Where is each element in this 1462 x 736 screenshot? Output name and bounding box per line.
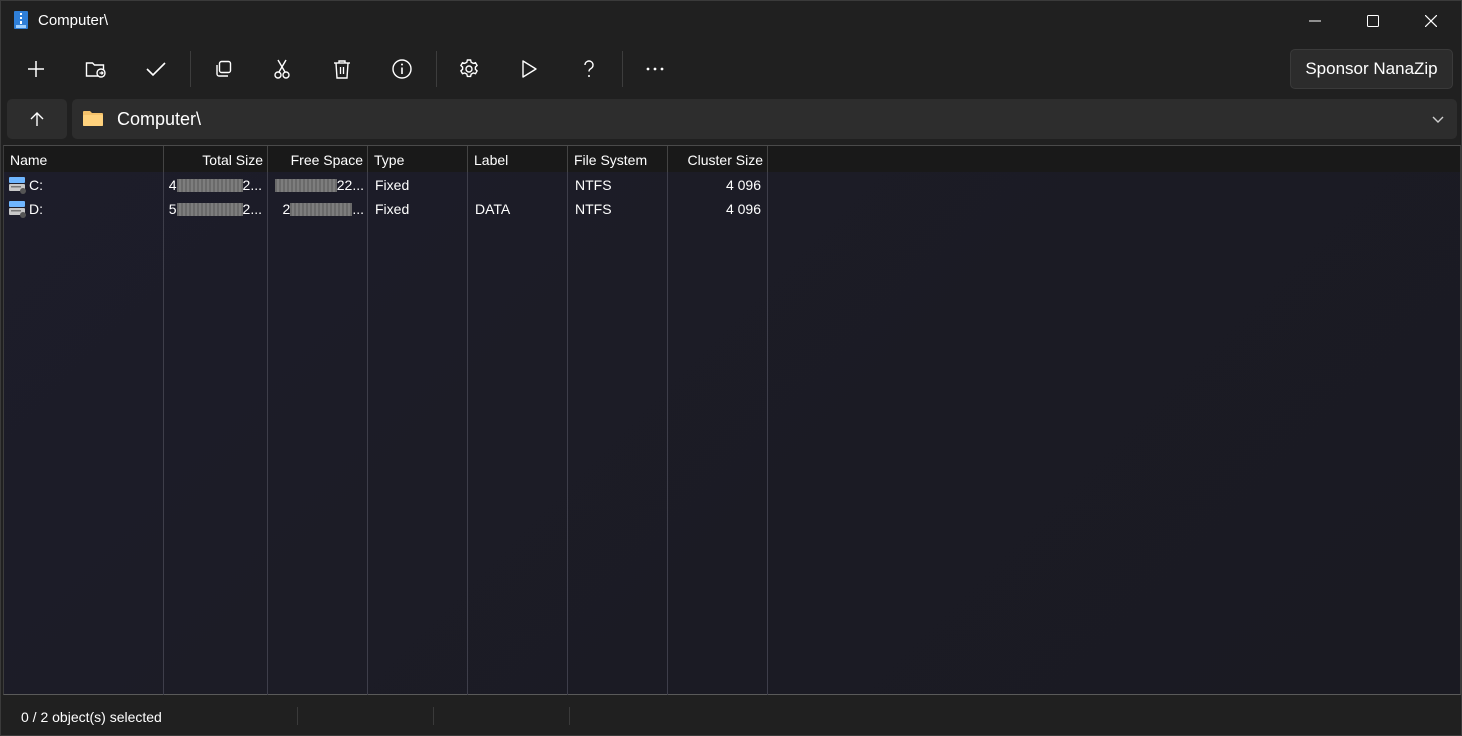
folder-icon: [83, 111, 103, 126]
drive-name: D:: [29, 201, 43, 217]
maximize-icon: [1367, 15, 1379, 27]
free-space-cell: 22...: [268, 173, 364, 197]
play-icon: [522, 60, 537, 78]
column-divider: [667, 172, 668, 695]
sponsor-button[interactable]: Sponsor NanaZip: [1290, 49, 1453, 89]
up-folder-button[interactable]: [7, 99, 67, 139]
add-button[interactable]: [16, 49, 56, 89]
status-divider: [433, 707, 434, 725]
toolbar-separator: [190, 51, 191, 87]
toolbar: Sponsor NanaZip: [1, 45, 1461, 93]
toolbar-separator: [436, 51, 437, 87]
test-button[interactable]: [136, 49, 176, 89]
app-window: Computer\ Sponsor NanaZip Computer\ Name…: [0, 0, 1462, 736]
copy-icon: [216, 60, 232, 77]
file-system-cell: NTFS: [575, 177, 612, 193]
test-icon: [146, 62, 166, 77]
free-space-cell: 2...: [282, 201, 364, 217]
info-button[interactable]: [382, 49, 422, 89]
column-divider: [267, 172, 268, 695]
gear-icon: [460, 59, 478, 78]
column-header-total-size[interactable]: Total Size: [164, 146, 268, 172]
cluster-size-cell: 4 096: [725, 201, 761, 217]
redacted-value: [176, 179, 243, 192]
minimize-button[interactable]: [1286, 1, 1344, 41]
extract-icon: [85, 62, 106, 78]
more-icon: [646, 67, 664, 71]
close-icon: [1425, 15, 1437, 27]
column-divider: [163, 172, 164, 695]
help-icon: [584, 60, 594, 77]
copy-button[interactable]: [203, 49, 243, 89]
total-size-cell: 5 2...: [168, 201, 262, 217]
file-list[interactable]: Name Total Size Free Space Type Label Fi…: [3, 145, 1461, 695]
benchmark-button[interactable]: [509, 49, 549, 89]
total-size-cell: 4 2...: [168, 177, 262, 193]
column-header-type[interactable]: Type: [368, 146, 468, 172]
column-header-cluster-size[interactable]: Cluster Size: [668, 146, 768, 172]
redacted-value: [274, 179, 337, 192]
toolbar-separator: [622, 51, 623, 87]
info-icon: [392, 59, 412, 79]
table-row[interactable]: D: 5 2... 2... Fixed DATA NTFS 4 096: [4, 197, 768, 221]
column-header-name[interactable]: Name: [4, 146, 164, 172]
cut-icon: [274, 59, 290, 79]
type-cell: Fixed: [375, 201, 410, 217]
close-button[interactable]: [1402, 1, 1460, 41]
redacted-value: [176, 203, 243, 216]
chevron-down-icon[interactable]: [1431, 112, 1445, 126]
more-button[interactable]: [635, 49, 675, 89]
type-cell: Fixed: [375, 177, 410, 193]
selection-status: 0 / 2 object(s) selected: [21, 709, 162, 725]
minimize-icon: [1309, 20, 1321, 22]
column-header-file-system[interactable]: File System: [568, 146, 668, 172]
settings-button[interactable]: [449, 49, 489, 89]
column-header-free-space[interactable]: Free Space: [268, 146, 368, 172]
status-bar: 0 / 2 object(s) selected: [1, 697, 1461, 735]
table-row[interactable]: C: 4 2... 22... Fixed NTFS 4 096: [4, 173, 768, 197]
delete-button[interactable]: [322, 49, 362, 89]
label-cell: DATA: [475, 201, 511, 217]
address-path: Computer\: [117, 109, 202, 129]
window-title: Computer\: [38, 12, 109, 29]
arrow-up-icon: [30, 112, 44, 126]
status-divider: [297, 707, 298, 725]
add-icon: [28, 61, 44, 77]
address-bar[interactable]: Computer\: [72, 99, 1457, 139]
redacted-value: [290, 203, 353, 216]
title-bar[interactable]: Computer\: [1, 1, 1461, 41]
cluster-size-cell: 4 096: [725, 177, 761, 193]
drive-name: C:: [29, 177, 43, 193]
hard-drive-icon: [9, 177, 26, 194]
label-cell: [475, 173, 565, 197]
column-divider: [567, 172, 568, 695]
nanazip-app-icon: [14, 11, 28, 29]
status-divider: [569, 707, 570, 725]
column-divider: [367, 172, 368, 695]
hard-drive-icon: [9, 201, 26, 218]
column-divider: [767, 172, 768, 695]
list-header: Name Total Size Free Space Type Label Fi…: [4, 146, 1460, 172]
delete-icon: [334, 60, 350, 79]
maximize-button[interactable]: [1344, 1, 1402, 41]
extract-button[interactable]: [76, 49, 116, 89]
help-button[interactable]: [569, 49, 609, 89]
file-system-cell: NTFS: [575, 201, 612, 217]
move-button[interactable]: [262, 49, 302, 89]
column-header-label[interactable]: Label: [468, 146, 568, 172]
column-divider: [467, 172, 468, 695]
